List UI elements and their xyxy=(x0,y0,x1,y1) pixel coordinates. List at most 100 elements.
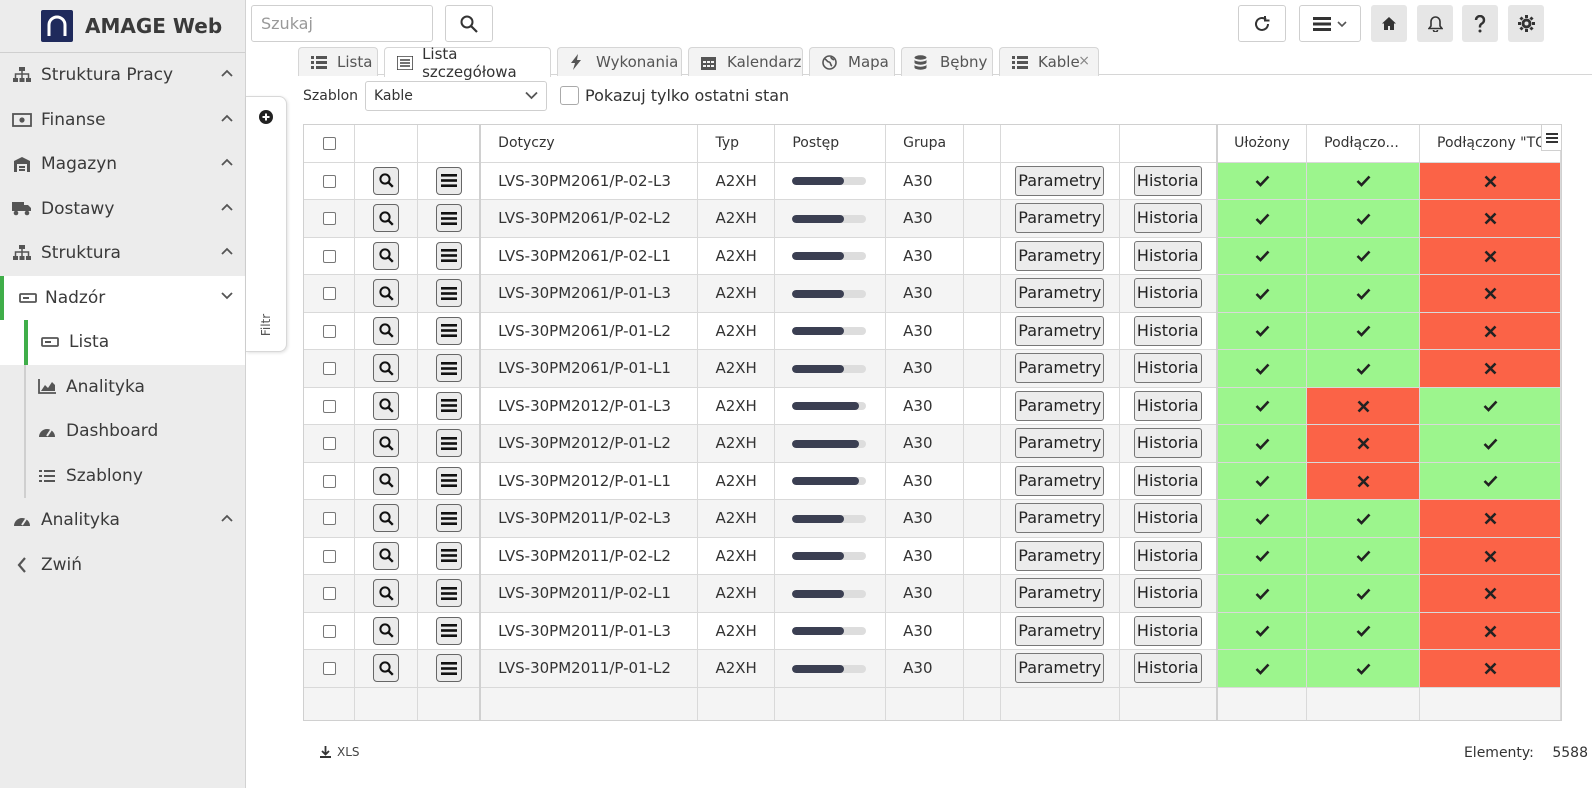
parametry-button[interactable]: Parametry xyxy=(1015,165,1105,196)
preview-button[interactable] xyxy=(373,391,400,420)
parametry-button[interactable]: Parametry xyxy=(1015,503,1105,534)
table-row[interactable]: LVS-30PM2061/P-02-L2 A2XH A30 Parametry Hist… xyxy=(304,199,1561,238)
preview-button[interactable] xyxy=(373,541,400,570)
historia-button[interactable]: Historia xyxy=(1133,578,1202,609)
historia-button[interactable]: Historia xyxy=(1133,278,1202,309)
sidebar-item-struktura[interactable]: Struktura xyxy=(0,231,245,276)
template-select[interactable]: Kable xyxy=(365,81,547,111)
historia-button[interactable]: Historia xyxy=(1133,203,1202,234)
row-checkbox[interactable] xyxy=(322,587,336,601)
table-row[interactable]: LVS-30PM2061/P-01-L2 A2XH A30 Parametry Hist… xyxy=(304,312,1561,350)
historia-button[interactable]: Historia xyxy=(1133,353,1202,384)
row-menu-button[interactable] xyxy=(435,654,462,683)
sidebar-item-nadzor[interactable]: Nadzór xyxy=(0,275,245,320)
tab-bebny[interactable]: Bębny xyxy=(901,47,993,76)
parametry-button[interactable]: Parametry xyxy=(1015,390,1105,421)
parametry-button[interactable]: Parametry xyxy=(1015,615,1105,646)
sidebar-subitem-analityka[interactable]: Analityka xyxy=(0,365,245,410)
tab-lista-szczegolowa[interactable]: Lista szczegółowa xyxy=(384,45,551,81)
export-xls-button[interactable]: XLS xyxy=(320,745,360,759)
row-menu-button[interactable] xyxy=(435,316,462,345)
header-postep[interactable]: Postęp xyxy=(774,125,887,163)
table-row[interactable]: LVS-30PM2011/P-02-L1 A2XH A30 Parametry Hist… xyxy=(304,574,1561,613)
tab-wykonania[interactable]: Wykonania xyxy=(557,47,682,76)
historia-button[interactable]: Historia xyxy=(1133,503,1202,534)
row-checkbox[interactable] xyxy=(322,287,336,301)
tab-mapa[interactable]: Mapa xyxy=(809,47,895,76)
table-row[interactable]: LVS-30PM2011/P-01-L3 A2XH A30 Parametry Hist… xyxy=(304,612,1561,650)
row-checkbox[interactable] xyxy=(322,549,336,563)
preview-button[interactable] xyxy=(373,579,400,608)
row-menu-button[interactable] xyxy=(435,504,462,533)
table-row[interactable]: LVS-30PM2011/P-01-L2 A2XH A30 Parametry Hist… xyxy=(304,649,1561,688)
sidebar-item-analityka[interactable]: Analityka xyxy=(0,498,245,543)
table-row[interactable]: LVS-30PM2061/P-02-L3 A2XH A30 Parametry Hist… xyxy=(304,162,1561,200)
row-menu-button[interactable] xyxy=(435,166,462,195)
row-menu-button[interactable] xyxy=(435,354,462,383)
search-input[interactable] xyxy=(251,5,433,42)
row-menu-button[interactable] xyxy=(435,616,462,645)
preview-button[interactable] xyxy=(373,616,400,645)
preview-button[interactable] xyxy=(373,354,400,383)
preview-button[interactable] xyxy=(373,204,400,233)
parametry-button[interactable]: Parametry xyxy=(1015,278,1105,309)
historia-button[interactable]: Historia xyxy=(1133,428,1202,459)
preview-button[interactable] xyxy=(373,466,400,495)
row-menu-button[interactable] xyxy=(435,579,462,608)
row-menu-button[interactable] xyxy=(435,241,462,270)
row-checkbox[interactable] xyxy=(322,437,336,451)
table-row[interactable]: LVS-30PM2061/P-01-L3 A2XH A30 Parametry Hist… xyxy=(304,274,1561,313)
preview-button[interactable] xyxy=(373,504,400,533)
row-checkbox[interactable] xyxy=(322,174,336,188)
home-button[interactable] xyxy=(1371,5,1407,42)
parametry-button[interactable]: Parametry xyxy=(1015,540,1105,571)
close-tab-icon[interactable]: × xyxy=(1078,53,1090,69)
preview-button[interactable] xyxy=(373,241,400,270)
column-menu-button[interactable] xyxy=(1541,125,1561,151)
row-menu-button[interactable] xyxy=(435,391,462,420)
row-menu-button[interactable] xyxy=(435,466,462,495)
preview-button[interactable] xyxy=(373,316,400,345)
header-select-all[interactable] xyxy=(304,125,356,163)
parametry-button[interactable]: Parametry xyxy=(1015,240,1105,271)
sidebar-subitem-szablony[interactable]: Szablony xyxy=(0,454,245,499)
row-checkbox[interactable] xyxy=(322,324,336,338)
refresh-button[interactable] xyxy=(1238,5,1286,42)
row-menu-button[interactable] xyxy=(435,429,462,458)
header-podlaczony-2[interactable]: Podłączony "TO xyxy=(1419,125,1561,163)
row-checkbox[interactable] xyxy=(322,362,336,376)
preview-button[interactable] xyxy=(373,654,400,683)
tab-kable[interactable]: Kable × xyxy=(999,47,1099,76)
row-checkbox[interactable] xyxy=(322,474,336,488)
parametry-button[interactable]: Parametry xyxy=(1015,578,1105,609)
row-checkbox[interactable] xyxy=(322,662,336,676)
table-row[interactable]: LVS-30PM2011/P-02-L3 A2XH A30 Parametry Hist… xyxy=(304,499,1561,538)
historia-button[interactable]: Historia xyxy=(1133,653,1202,684)
row-checkbox[interactable] xyxy=(322,624,336,638)
sidebar-item-finanse[interactable]: Finanse xyxy=(0,98,245,143)
table-row[interactable]: LVS-30PM2061/P-02-L1 A2XH A30 Parametry Hist… xyxy=(304,237,1561,275)
parametry-button[interactable]: Parametry xyxy=(1015,465,1105,496)
add-filter-icon[interactable] xyxy=(259,110,273,124)
sidebar-subitem-dashboard[interactable]: Dashboard xyxy=(0,409,245,454)
last-state-checkbox[interactable] xyxy=(560,86,579,105)
header-dotyczy[interactable]: Dotyczy xyxy=(480,125,699,163)
historia-button[interactable]: Historia xyxy=(1133,615,1202,646)
historia-button[interactable]: Historia xyxy=(1133,465,1202,496)
sidebar-item-struktura-pracy[interactable]: Struktura Pracy xyxy=(0,53,245,98)
header-ulozony[interactable]: Ułożony xyxy=(1216,125,1308,163)
main-menu-button[interactable] xyxy=(1299,5,1361,42)
row-menu-button[interactable] xyxy=(435,541,462,570)
parametry-button[interactable]: Parametry xyxy=(1015,428,1105,459)
parametry-button[interactable]: Parametry xyxy=(1015,315,1105,346)
tab-kalendarz[interactable]: Kalendarz xyxy=(688,47,803,76)
parametry-button[interactable]: Parametry xyxy=(1015,653,1105,684)
historia-button[interactable]: Historia xyxy=(1133,165,1202,196)
table-row[interactable]: LVS-30PM2012/P-01-L2 A2XH A30 Parametry Hist… xyxy=(304,424,1561,463)
row-menu-button[interactable] xyxy=(435,279,462,308)
sidebar-subitem-lista[interactable]: Lista xyxy=(0,320,245,365)
filter-panel[interactable]: Filtr xyxy=(246,96,287,352)
settings-button[interactable] xyxy=(1508,5,1544,42)
parametry-button[interactable]: Parametry xyxy=(1015,353,1105,384)
historia-button[interactable]: Historia xyxy=(1133,390,1202,421)
